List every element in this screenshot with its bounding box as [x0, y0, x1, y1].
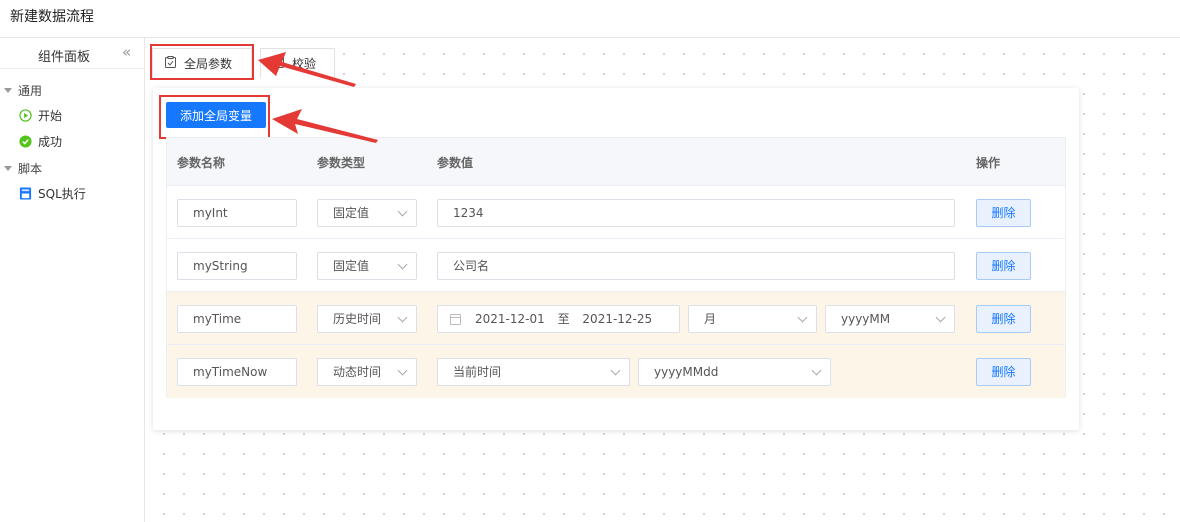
format-select[interactable]: yyyyMMdd: [638, 358, 831, 386]
tab-global-params[interactable]: 全局参数: [152, 48, 252, 78]
calendar-icon: [450, 314, 461, 325]
param-type-select[interactable]: 固定值: [317, 199, 417, 227]
select-value: 月: [704, 312, 717, 326]
component-panel: 组件面板 « 通用 开始 成功 脚本 SQL执行: [0, 38, 145, 522]
add-global-variable-button[interactable]: 添加全局变量: [166, 102, 266, 128]
tree-group-script[interactable]: 脚本: [4, 160, 42, 177]
chevron-down-icon: [397, 365, 408, 376]
header-param-type: 参数类型: [317, 156, 366, 170]
param-type-select[interactable]: 动态时间: [317, 358, 417, 386]
header-action: 操作: [976, 156, 1001, 170]
param-type-select[interactable]: 固定值: [317, 252, 417, 280]
tree-item-label: 开始: [38, 109, 63, 123]
select-value: 固定值: [333, 206, 370, 220]
delete-button[interactable]: 删除: [976, 305, 1031, 333]
select-value: 固定值: [333, 259, 370, 273]
play-circle-icon: [19, 109, 32, 122]
sql-file-icon: [19, 187, 32, 200]
delete-button[interactable]: 删除: [976, 358, 1031, 386]
caret-down-icon: [4, 166, 12, 171]
delete-button[interactable]: 删除: [976, 252, 1031, 280]
chevron-down-icon: [797, 312, 808, 323]
select-value: 历史时间: [333, 312, 382, 326]
select-value: yyyyMM: [841, 312, 891, 326]
param-name-input[interactable]: myInt: [177, 199, 297, 227]
caret-down-icon: [4, 88, 12, 93]
select-value: 动态时间: [333, 365, 382, 379]
time-unit-select[interactable]: 月: [688, 305, 817, 333]
param-value-input[interactable]: 公司名: [437, 252, 955, 280]
chevron-down-icon: [610, 365, 621, 376]
param-name-input[interactable]: myTime: [177, 305, 297, 333]
checklist-icon: [273, 56, 284, 71]
param-name-input[interactable]: myTimeNow: [177, 358, 297, 386]
chevron-down-icon: [811, 365, 822, 376]
table-row: myTime 历史时间 2021-12-01 至 2021-12-25 月 yy…: [167, 292, 1065, 345]
check-circle-icon: [19, 135, 32, 148]
params-table: 参数名称 参数类型 参数值 操作 myInt 固定值 1234 删除 myStr…: [166, 137, 1066, 398]
select-value: 当前时间: [453, 365, 502, 379]
tree-item-start[interactable]: 开始: [19, 107, 62, 124]
dynamic-time-select[interactable]: 当前时间: [437, 358, 630, 386]
tab-label: 全局参数: [184, 57, 233, 71]
select-value: yyyyMMdd: [654, 365, 719, 379]
tree-item-sql[interactable]: SQL执行: [19, 185, 86, 202]
tree-item-label: 成功: [38, 135, 63, 149]
date-start: 2021-12-01: [475, 312, 545, 326]
collapse-icon[interactable]: «: [122, 43, 131, 61]
chevron-down-icon: [397, 259, 408, 270]
tree-group-label: 通用: [18, 84, 43, 98]
tab-label: 校验: [292, 57, 317, 71]
tree-group-label: 脚本: [18, 162, 43, 176]
delete-button[interactable]: 删除: [976, 199, 1031, 227]
date-end: 2021-12-25: [582, 312, 653, 326]
panel-divider: [0, 68, 145, 69]
table-row: myInt 固定值 1234 删除: [167, 186, 1065, 239]
format-select[interactable]: yyyyMM: [825, 305, 955, 333]
tree-item-success[interactable]: 成功: [19, 133, 62, 150]
chevron-down-icon: [397, 206, 408, 217]
tab-validate[interactable]: 校验: [260, 48, 335, 78]
header-param-value: 参数值: [437, 156, 474, 170]
table-header: 参数名称 参数类型 参数值 操作: [167, 138, 1065, 186]
page-title: 新建数据流程: [10, 9, 94, 25]
param-name-input[interactable]: myString: [177, 252, 297, 280]
param-type-select[interactable]: 历史时间: [317, 305, 417, 333]
tree-item-label: SQL执行: [38, 187, 86, 201]
panel-title: 组件面板: [38, 50, 91, 65]
chevron-down-icon: [397, 312, 408, 323]
header-param-name: 参数名称: [177, 156, 226, 170]
tree-group-general[interactable]: 通用: [4, 82, 42, 99]
date-separator: 至: [557, 312, 570, 326]
param-value-input[interactable]: 1234: [437, 199, 955, 227]
table-row: myTimeNow 动态时间 当前时间 yyyyMMdd 删除: [167, 345, 1065, 398]
clipboard-icon: [165, 56, 176, 71]
table-row: myString 固定值 公司名 删除: [167, 239, 1065, 292]
date-range-picker[interactable]: 2021-12-01 至 2021-12-25: [437, 305, 680, 333]
chevron-down-icon: [935, 312, 946, 323]
